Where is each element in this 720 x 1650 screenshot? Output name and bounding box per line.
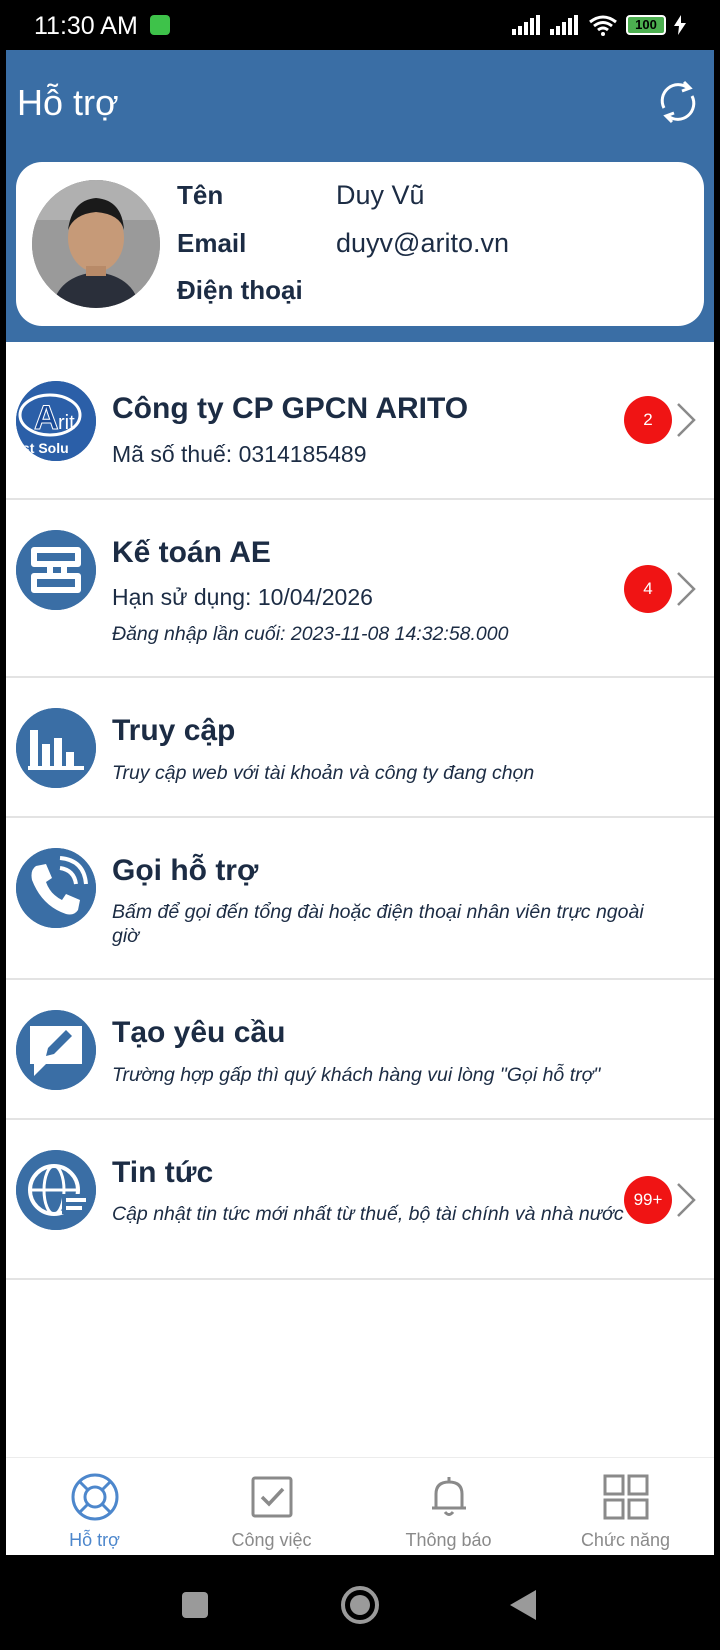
profile-card: Tên Duy Vũ Email duyv@arito.vn Điện thoạ… (16, 162, 704, 326)
nav-label: Thông báo (405, 1530, 492, 1550)
list-item-create-request[interactable]: Tạo yêu cầu Trường hợp gấp thì quý khách… (6, 980, 714, 1120)
count-badge: 99+ (624, 1176, 672, 1224)
bar-chart-icon (16, 708, 96, 788)
page-title: Hỗ trợ (17, 82, 119, 123)
header: Hỗ trợ Tên Duy Vũ Email duyv@arito.vn Đi… (6, 50, 714, 342)
name-value: Duy Vũ (336, 180, 425, 210)
chevron-right-icon (677, 403, 696, 437)
list-item-company[interactable]: A rit st Solu Công ty CP GPCN ARITO Mã s… (6, 342, 714, 500)
item-description: Cập nhật tin tức mới nhất từ thuế, bộ tà… (112, 1203, 624, 1225)
system-nav-bar (0, 1555, 720, 1650)
bell-icon (432, 1477, 466, 1516)
nav-tab-support[interactable]: Hỗ trợ (6, 1458, 183, 1555)
status-icons: 100 (512, 14, 686, 36)
phone-icon (16, 848, 96, 928)
ae-logo-icon (16, 530, 96, 610)
svg-text:A: A (34, 399, 59, 437)
chevron-right-icon (677, 572, 696, 606)
nav-label: Công việc (231, 1530, 312, 1550)
email-value: duyv@arito.vn (336, 228, 509, 258)
avatar (32, 180, 160, 308)
checkbox-icon (251, 1476, 293, 1518)
phone-label: Điện thoại (177, 275, 303, 305)
battery-icon: 100 (626, 15, 666, 35)
lifebuoy-icon (71, 1473, 119, 1521)
nav-tab-tasks[interactable]: Công việc (183, 1458, 360, 1555)
globe-news-icon (16, 1150, 96, 1230)
item-title: Gọi hỗ trợ (112, 854, 259, 887)
item-title: Kế toán AE (112, 536, 271, 569)
app-notification-icon (150, 15, 170, 35)
item-title: Truy cập (112, 714, 236, 747)
item-description: Trường hợp gấp thì quý khách hàng vui lò… (112, 1064, 601, 1086)
svg-text:rit: rit (58, 412, 75, 434)
arito-logo-icon: A rit st Solu (16, 381, 96, 461)
svg-text:st Solu: st Solu (22, 440, 69, 456)
grid-icon (603, 1474, 649, 1520)
last-login-text: Đăng nhập lần cuối: 2023-11-08 14:32:58.… (112, 623, 509, 645)
item-subtitle: Mã số thuế: 0314185489 (112, 441, 367, 467)
item-title: Công ty CP GPCN ARITO (112, 392, 469, 425)
home-button[interactable] (340, 1585, 380, 1625)
refresh-icon[interactable] (654, 78, 702, 126)
status-time: 11:30 AM (34, 12, 138, 40)
app-screen: Hỗ trợ Tên Duy Vũ Email duyv@arito.vn Đi… (6, 50, 714, 1555)
nav-tab-notifications[interactable]: Thông báo (360, 1458, 537, 1555)
list-item-accounting[interactable]: Kế toán AE Hạn sử dụng: 10/04/2026 Đăng … (6, 500, 714, 678)
status-bar: 11:30 AM 100 (0, 0, 720, 50)
nav-label: Chức năng (580, 1530, 671, 1550)
back-button[interactable] (508, 1588, 538, 1622)
list-item-call-support[interactable]: Gọi hỗ trợ Bấm để gọi đến tổng đài hoặc … (6, 818, 714, 980)
item-description: Truy cập web với tài khoản và công ty đa… (112, 762, 535, 784)
item-subtitle: Hạn sử dụng: 10/04/2026 (112, 584, 373, 610)
recent-apps-button[interactable] (180, 1590, 210, 1620)
count-badge: 2 (624, 396, 672, 444)
list-item-access[interactable]: Truy cập Truy cập web với tài khoản và c… (6, 678, 714, 818)
signal-icon (512, 15, 540, 35)
charging-icon (674, 15, 686, 35)
edit-message-icon (16, 1010, 96, 1090)
bottom-nav: Hỗ trợ Công việc Thông báo Chức năng (6, 1457, 714, 1555)
nav-tab-functions[interactable]: Chức năng (537, 1458, 714, 1555)
item-description: Bấm để gọi đến tổng đài hoặc điện thoại … (112, 901, 644, 947)
list-item-news[interactable]: Tin tức Cập nhật tin tức mới nhất từ thu… (6, 1120, 714, 1280)
count-badge: 4 (624, 565, 672, 613)
wifi-icon (589, 15, 617, 36)
nav-label: Hỗ trợ (69, 1530, 120, 1550)
signal-icon-2 (550, 15, 578, 35)
item-title: Tin tức (112, 1156, 214, 1189)
item-title: Tạo yêu cầu (112, 1016, 286, 1049)
email-label: Email (177, 228, 247, 258)
menu-list: A rit st Solu Công ty CP GPCN ARITO Mã s… (6, 342, 714, 1280)
name-label: Tên (177, 180, 224, 210)
chevron-right-icon (677, 1183, 696, 1217)
